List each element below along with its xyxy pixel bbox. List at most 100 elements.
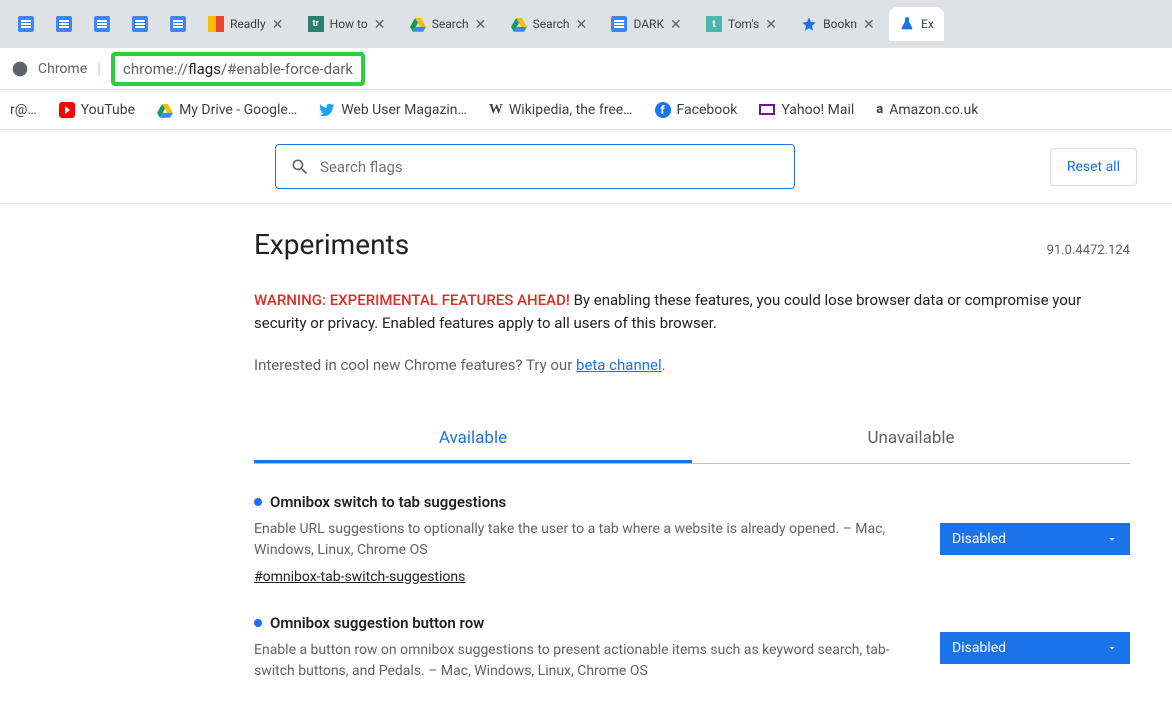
chrome-icon	[12, 61, 28, 77]
youtube-icon	[59, 102, 75, 118]
flag-state-select[interactable]: Disabled	[940, 523, 1130, 555]
bookmark-label: Yahoo! Mail	[781, 102, 854, 118]
flag-title: Omnibox switch to tab suggestions	[270, 493, 506, 511]
modified-dot-icon	[254, 498, 262, 506]
twitter-icon	[319, 102, 335, 118]
flag-title: Omnibox suggestion button row	[270, 614, 484, 632]
bookmark-label: Web User Magazin…	[341, 102, 467, 118]
flag-item: Omnibox suggestion button row Enable a b…	[254, 585, 1130, 682]
browser-tab[interactable]	[122, 7, 158, 41]
bookmark-item[interactable]: Web User Magazin…	[319, 102, 467, 118]
wikipedia-icon: W	[489, 102, 503, 118]
docs-icon	[170, 16, 186, 32]
tab-label: Bookn	[823, 17, 857, 31]
address-bar: Chrome | chrome://flags/#enable-force-da…	[0, 48, 1172, 90]
address-prefix: chrome://	[123, 60, 188, 78]
modified-dot-icon	[254, 619, 262, 627]
docs-icon	[18, 16, 34, 32]
flag-description: Enable URL suggestions to optionally tak…	[254, 519, 920, 561]
browser-tab[interactable]	[8, 7, 44, 41]
drive-icon	[410, 16, 426, 32]
beta-prefix: Interested in cool new Chrome features? …	[254, 356, 576, 374]
version-label: 91.0.4472.124	[1047, 243, 1130, 258]
address-host: flags	[188, 60, 221, 78]
browser-tab[interactable]: Bookn ✕	[791, 7, 887, 41]
bookmark-item[interactable]: W Wikipedia, the free…	[489, 102, 633, 118]
flag-state-value: Disabled	[952, 640, 1006, 656]
bookmark-label: Wikipedia, the free…	[509, 102, 633, 118]
tab-label: Ex	[921, 17, 934, 31]
tab-available[interactable]: Available	[254, 416, 692, 463]
browser-tab[interactable]: tr How to ✕	[298, 7, 398, 41]
flag-description: Enable a button row on omnibox suggestio…	[254, 640, 920, 682]
search-row: Reset all	[21, 130, 1151, 203]
flag-item: Omnibox switch to tab suggestions Enable…	[254, 464, 1130, 585]
browser-tab[interactable]: Search✕	[501, 7, 600, 41]
flag-tabs: Available Unavailable	[254, 416, 1130, 464]
close-icon[interactable]: ✕	[575, 17, 589, 31]
tab-label: How to	[330, 17, 368, 31]
bookmark-item[interactable]: fFacebook	[655, 102, 738, 118]
bookmark-label: Amazon.co.uk	[889, 102, 978, 118]
flag-state-value: Disabled	[952, 531, 1006, 547]
warning-bold: WARNING: EXPERIMENTAL FEATURES AHEAD!	[254, 291, 570, 309]
drive-icon	[511, 16, 527, 32]
drive-icon	[157, 102, 173, 118]
flag-hash-link[interactable]: #omnibox-tab-switch-suggestions	[254, 569, 920, 585]
close-icon[interactable]: ✕	[765, 17, 779, 31]
bookmark-label: r@…	[10, 102, 37, 118]
docs-icon	[611, 16, 627, 32]
reset-all-button[interactable]: Reset all	[1050, 148, 1137, 186]
tab-label: DARK	[633, 17, 664, 31]
bookmark-item[interactable]: r@…	[10, 102, 37, 118]
chevron-down-icon	[1106, 533, 1118, 545]
bookmark-label: My Drive - Google…	[179, 102, 297, 118]
browser-tab[interactable]: t Tom's ✕	[696, 7, 789, 41]
tab-label: Search	[432, 17, 469, 31]
address-highlight[interactable]: chrome://flags/#enable-force-dark	[111, 52, 365, 86]
bookmark-item[interactable]: aAmazon.co.uk	[876, 102, 978, 118]
close-icon[interactable]: ✕	[670, 17, 684, 31]
bookmark-item[interactable]: Yahoo! Mail	[759, 102, 854, 118]
docs-icon	[94, 16, 110, 32]
search-flags-box[interactable]	[275, 144, 795, 189]
docs-icon	[56, 16, 72, 32]
browser-tab-active[interactable]: Ex	[889, 7, 944, 41]
page-title: Experiments	[254, 228, 409, 261]
toms-icon: t	[706, 16, 722, 32]
beta-channel-link[interactable]: beta channel	[576, 356, 662, 374]
browser-tab[interactable]	[84, 7, 120, 41]
facebook-icon: f	[655, 102, 671, 118]
tab-unavailable[interactable]: Unavailable	[692, 416, 1130, 463]
close-icon[interactable]: ✕	[475, 17, 489, 31]
close-icon[interactable]: ✕	[272, 17, 286, 31]
bookmark-label: YouTube	[81, 102, 135, 118]
flask-icon	[899, 16, 915, 32]
bookmark-item[interactable]: YouTube	[59, 102, 135, 118]
search-icon	[290, 157, 310, 177]
main-content: Experiments 91.0.4472.124 WARNING: EXPER…	[254, 204, 1130, 682]
search-input[interactable]	[320, 158, 780, 176]
flag-state-select[interactable]: Disabled	[940, 632, 1130, 664]
warning-text: WARNING: EXPERIMENTAL FEATURES AHEAD! By…	[254, 289, 1130, 334]
tab-label: Tom's	[728, 17, 759, 31]
browser-tab[interactable]	[160, 7, 196, 41]
address-hash: /#enable-force-dark	[221, 60, 353, 78]
yahoo-mail-icon	[759, 104, 775, 115]
readly-icon	[208, 16, 224, 32]
tab-label: Readly	[230, 17, 266, 31]
browser-tab[interactable]	[46, 7, 82, 41]
browser-tab[interactable]: Readly ✕	[198, 7, 296, 41]
browser-tab[interactable]: DARK ✕	[601, 7, 694, 41]
browser-tab[interactable]: Search ✕	[400, 7, 499, 41]
docs-icon	[132, 16, 148, 32]
close-icon[interactable]: ✕	[863, 17, 877, 31]
beta-line: Interested in cool new Chrome features? …	[254, 356, 1130, 374]
tab-strip: Readly✕ trHow to✕ Search✕ Search✕ DARK✕ …	[0, 0, 1172, 48]
address-scheme-label: Chrome	[38, 61, 87, 77]
star-icon	[801, 16, 817, 32]
tr-icon: tr	[308, 16, 324, 32]
close-icon[interactable]: ✕	[374, 17, 388, 31]
bookmarks-bar: r@… YouTube My Drive - Google… Web User …	[0, 90, 1172, 130]
bookmark-item[interactable]: My Drive - Google…	[157, 102, 297, 118]
